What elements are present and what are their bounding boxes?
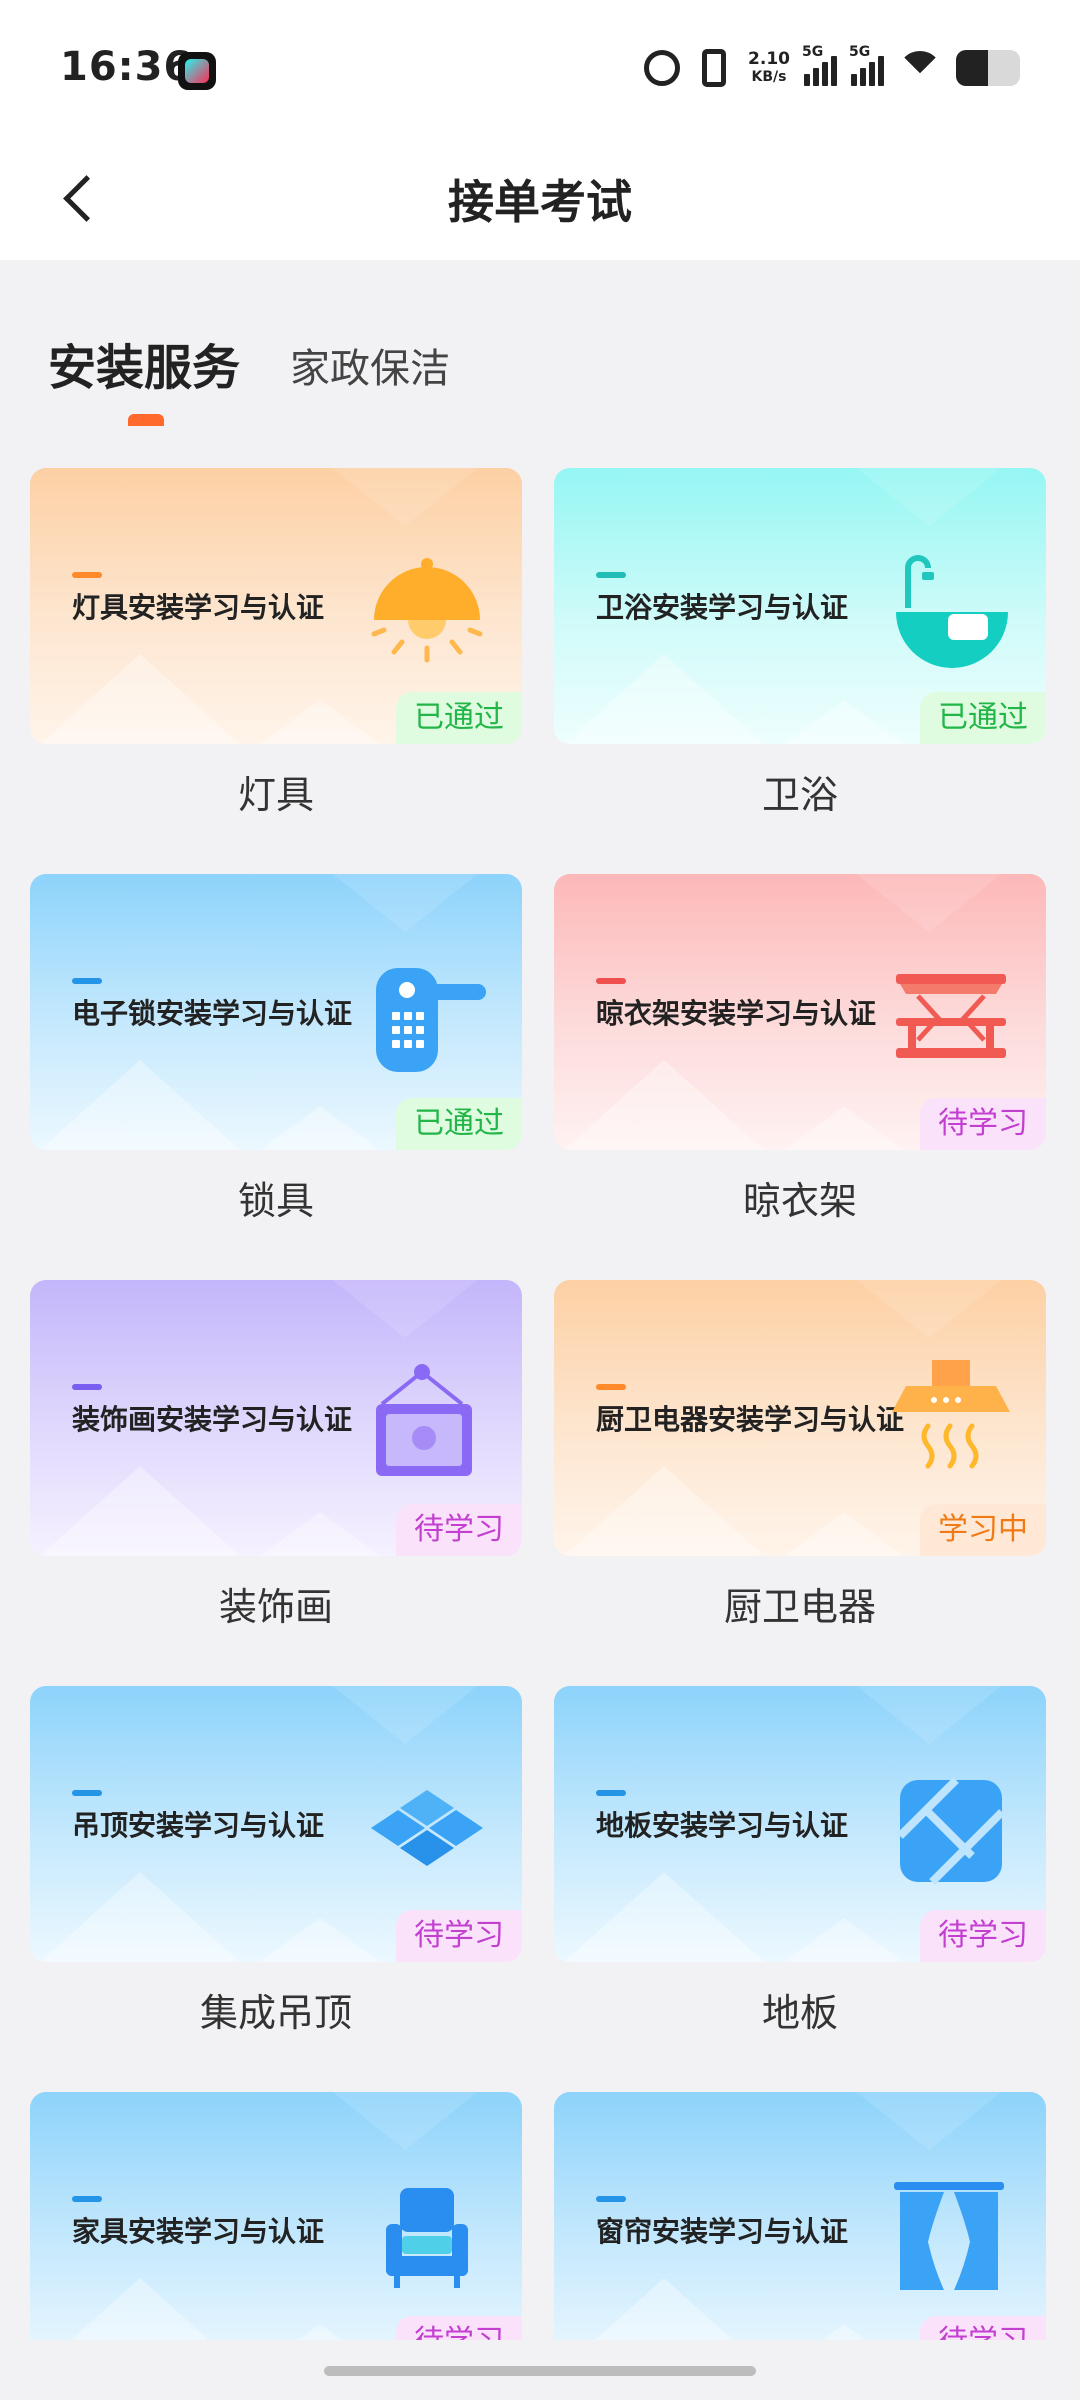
card-title: 装饰画安装学习与认证 <box>72 1403 353 1436</box>
course-card-bathroom[interactable]: 卫浴安装学习与认证 已通过 卫浴 <box>554 468 1046 828</box>
status-time: 16:36 <box>60 44 193 90</box>
status-badge: 已通过 <box>396 1098 522 1150</box>
card-title: 卫浴安装学习与认证 <box>596 591 849 624</box>
alarm-icon <box>644 50 681 86</box>
card-title: 窗帘安装学习与认证 <box>596 2215 849 2248</box>
card-title: 地板安装学习与认证 <box>596 1809 849 1842</box>
course-card-clothes-rack[interactable]: 晾衣架安装学习与认证 待学习 晾衣架 <box>554 874 1046 1234</box>
active-tab-indicator <box>128 414 164 426</box>
clothes-rack-icon <box>896 974 1006 1058</box>
card-banner: 窗帘安装学习与认证 待学习 <box>554 2092 1046 2340</box>
tab-housekeeping[interactable]: 家政保洁 <box>290 336 450 394</box>
card-title: 电子锁安装学习与认证 <box>72 997 353 1030</box>
card-label: 厨卫电器 <box>723 1585 876 1629</box>
course-grid: 灯具安装学习与认证 已通过 灯具 卫浴安装学习与认证 已通过 卫浴 电子锁安装学… <box>30 468 1050 2340</box>
status-badge: 待学习 <box>396 1910 522 1962</box>
card-label: 锁具 <box>237 1179 314 1223</box>
home-indicator[interactable] <box>324 2366 756 2376</box>
sim1-label: 5G <box>802 44 824 60</box>
card-banner: 卫浴安装学习与认证 已通过 <box>554 468 1046 744</box>
network-speed-value: 2.10 <box>748 49 790 69</box>
card-banner: 灯具安装学习与认证 已通过 <box>30 468 522 744</box>
sim2-label: 5G <box>849 44 871 60</box>
course-card-picture[interactable]: 装饰画安装学习与认证 待学习 装饰画 <box>30 1280 522 1640</box>
card-title: 灯具安装学习与认证 <box>72 591 325 624</box>
card-label: 灯具 <box>237 773 314 817</box>
card-label: 装饰画 <box>218 1585 333 1629</box>
armchair-icon <box>386 2188 468 2288</box>
course-card-ceiling[interactable]: 吊顶安装学习与认证 待学习 集成吊顶 <box>30 1686 522 2046</box>
course-card-furniture[interactable]: 家具安装学习与认证 待学习 <box>30 2092 522 2340</box>
card-label: 集成吊顶 <box>199 1991 352 2035</box>
page-title: 接单考试 <box>448 175 632 229</box>
card-title: 吊顶安装学习与认证 <box>72 1809 325 1842</box>
network-speed: 2.10 KB/s <box>748 50 790 86</box>
status-badge: 待学习 <box>396 2316 522 2340</box>
course-card-curtain[interactable]: 窗帘安装学习与认证 待学习 <box>554 2092 1046 2340</box>
vibrate-icon <box>702 49 727 87</box>
card-banner: 电子锁安装学习与认证 已通过 <box>30 874 522 1150</box>
nav-bar: 接单考试 <box>0 136 1080 260</box>
status-badge: 学习中 <box>920 1504 1046 1556</box>
lamp-icon <box>371 558 483 663</box>
curtain-icon <box>894 2182 1004 2290</box>
status-icons: 2.10 KB/s 5G 5G <box>644 44 1020 90</box>
tiktok-notification-icon <box>178 52 216 90</box>
card-banner: 装饰画安装学习与认证 待学习 <box>30 1280 522 1556</box>
status-badge: 已通过 <box>920 692 1046 744</box>
card-banner: 家具安装学习与认证 待学习 <box>30 2092 522 2340</box>
status-badge: 待学习 <box>396 1504 522 1556</box>
network-speed-unit: KB/s <box>751 69 787 85</box>
signal-sim1-icon: 5G <box>802 44 837 86</box>
signal-sim2-icon: 5G <box>849 44 884 86</box>
card-banner: 晾衣架安装学习与认证 待学习 <box>554 874 1046 1150</box>
category-tabs: 安装服务 家政保洁 <box>0 310 1080 430</box>
course-card-lamp[interactable]: 灯具安装学习与认证 已通过 灯具 <box>30 468 522 828</box>
course-card-floor[interactable]: 地板安装学习与认证 待学习 地板 <box>554 1686 1046 2046</box>
card-title: 家具安装学习与认证 <box>72 2215 325 2248</box>
status-bar: 16:36 2.10 KB/s 5G 5G <box>0 0 1080 136</box>
card-label: 卫浴 <box>761 773 838 817</box>
tab-install-service[interactable]: 安装服务 <box>48 328 240 398</box>
status-badge: 待学习 <box>920 1910 1046 1962</box>
smart-lock-icon <box>376 968 486 1072</box>
wifi-icon <box>898 51 942 85</box>
card-banner: 吊顶安装学习与认证 待学习 <box>30 1686 522 1962</box>
status-badge: 待学习 <box>920 1098 1046 1150</box>
status-badge: 待学习 <box>920 2316 1046 2340</box>
card-title: 厨卫电器安装学习与认证 <box>596 1403 905 1436</box>
card-banner: 地板安装学习与认证 待学习 <box>554 1686 1046 1962</box>
card-label: 晾衣架 <box>742 1179 857 1223</box>
bathtub-icon <box>896 555 1008 668</box>
card-banner: 厨卫电器安装学习与认证 学习中 <box>554 1280 1046 1556</box>
course-card-lock[interactable]: 电子锁安装学习与认证 已通过 锁具 <box>30 874 522 1234</box>
ceiling-tiles-icon <box>371 1790 483 1866</box>
card-label: 地板 <box>761 1991 838 2035</box>
picture-frame-icon <box>376 1364 472 1476</box>
course-card-kitchen-appliances[interactable]: 厨卫电器安装学习与认证 学习中 厨卫电器 <box>554 1280 1046 1640</box>
floor-tiles-icon <box>897 1777 1005 1885</box>
card-title: 晾衣架安装学习与认证 <box>596 997 877 1030</box>
status-badge: 已通过 <box>396 692 522 744</box>
battery-icon <box>956 50 1020 86</box>
range-hood-icon <box>892 1360 1010 1469</box>
